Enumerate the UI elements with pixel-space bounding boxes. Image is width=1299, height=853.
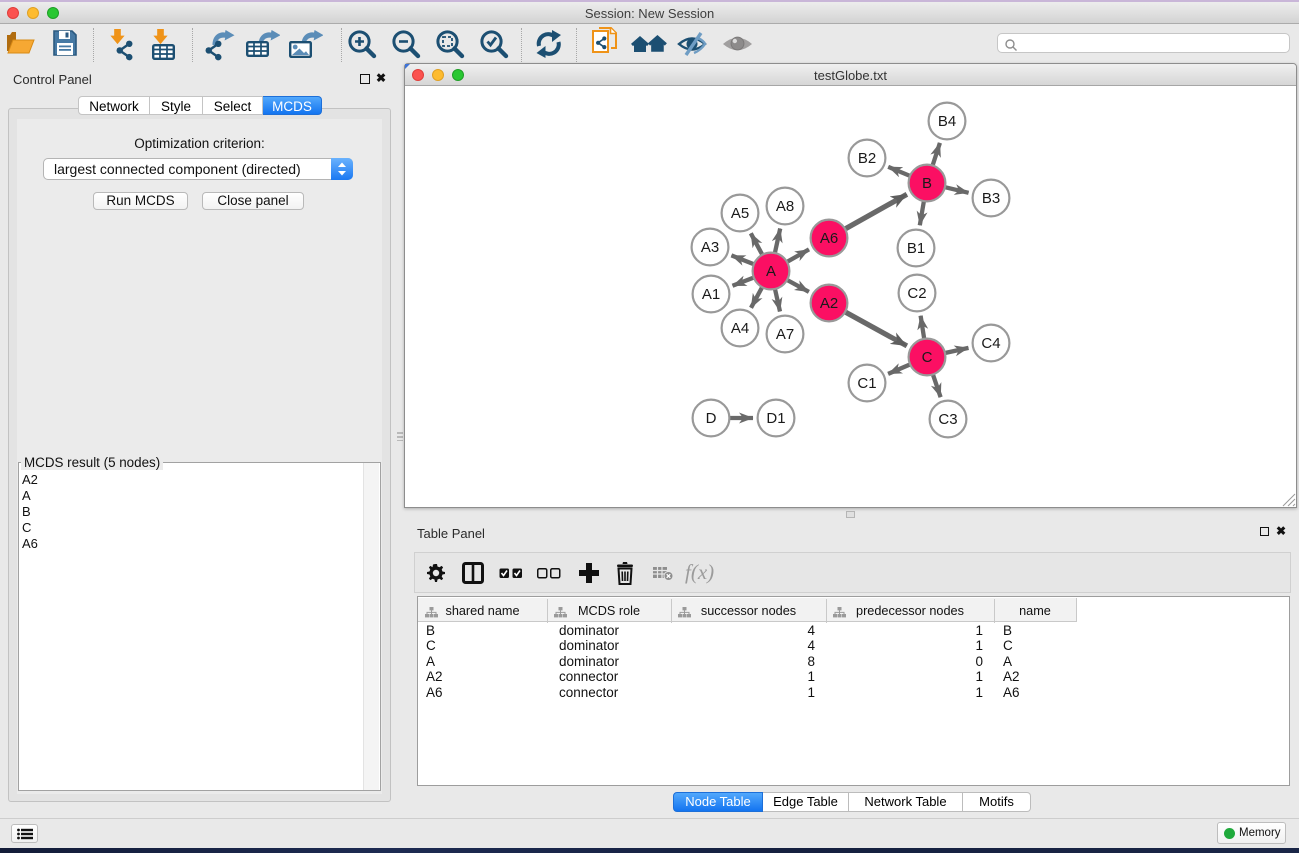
svg-text:D1: D1: [766, 410, 785, 427]
svg-text:A2: A2: [820, 295, 838, 312]
svg-text:A8: A8: [776, 198, 794, 215]
svg-text:B2: B2: [858, 150, 876, 167]
svg-text:A1: A1: [702, 286, 720, 303]
svg-text:A: A: [766, 263, 776, 280]
svg-text:A6: A6: [820, 230, 838, 247]
svg-text:B1: B1: [907, 240, 925, 257]
svg-text:A4: A4: [731, 320, 749, 337]
svg-text:A5: A5: [731, 205, 749, 222]
svg-text:A3: A3: [701, 239, 719, 256]
svg-text:C4: C4: [981, 335, 1000, 352]
svg-text:C1: C1: [857, 375, 876, 392]
svg-text:B4: B4: [938, 113, 956, 130]
svg-text:B: B: [922, 175, 932, 192]
svg-text:C2: C2: [907, 285, 926, 302]
svg-text:C: C: [922, 349, 933, 366]
svg-text:A7: A7: [776, 326, 794, 343]
svg-text:B3: B3: [982, 190, 1000, 207]
svg-text:D: D: [706, 410, 717, 427]
svg-text:C3: C3: [938, 411, 957, 428]
